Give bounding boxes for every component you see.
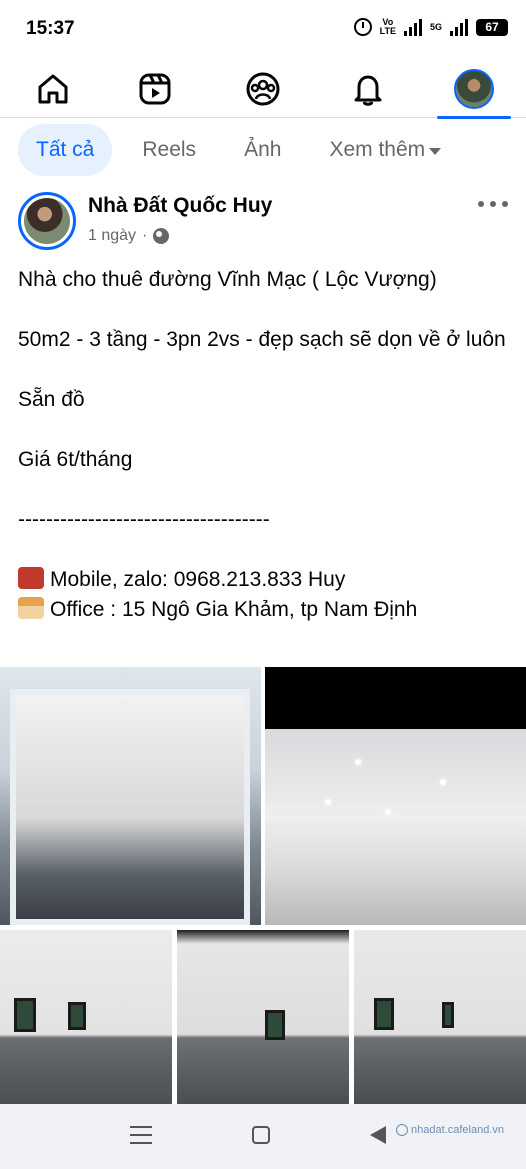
window	[442, 1002, 454, 1028]
post-line: Sẵn đồ	[18, 388, 85, 411]
profile-avatar	[454, 69, 494, 109]
tab-photos[interactable]: Ảnh	[226, 124, 299, 176]
post-photo-2[interactable]	[265, 667, 526, 925]
post-photo-3[interactable]	[0, 930, 172, 1104]
post-divider-line: ------------------------------------	[18, 508, 270, 531]
window	[265, 1010, 285, 1040]
post-meta: 1 ngày ·	[88, 227, 170, 245]
tab-see-more[interactable]: Xem thêm	[311, 124, 459, 176]
status-icons: Vo LTE 5G 67	[353, 17, 508, 36]
network-type: 5G	[429, 22, 442, 32]
tab-see-more-label: Xem thêm	[329, 138, 426, 161]
signal-icon-2	[450, 18, 468, 36]
window	[68, 1002, 86, 1030]
nav-profile[interactable]	[437, 60, 511, 119]
post-photo-4[interactable]	[177, 930, 349, 1104]
post-line: Nhà cho thuê đường Vĩnh Mạc ( Lộc Vượng)	[18, 268, 437, 291]
filter-tabs: Tất cả Reels Ảnh Xem thêm	[18, 124, 459, 176]
globe-icon	[153, 228, 170, 244]
battery-indicator: 67	[476, 18, 508, 36]
avatar-image	[24, 198, 70, 244]
nav-groups[interactable]	[228, 60, 298, 118]
watermark: nhadat.cafeland.vn	[396, 1124, 504, 1136]
post-photo-5[interactable]	[354, 930, 526, 1104]
telephone-icon	[18, 567, 44, 589]
top-nav	[0, 60, 526, 119]
window	[374, 998, 394, 1030]
post-address: Office : 15 Ngô Gia Khảm, tp Nam Định	[50, 598, 418, 621]
post-time[interactable]: 1 ngày	[88, 227, 136, 245]
meta-separator: ·	[142, 227, 148, 244]
post-author-name[interactable]: Nhà Đất Quốc Huy	[88, 194, 272, 218]
post-address-line: Office : 15 Ngô Gia Khảm, tp Nam Định	[18, 595, 514, 625]
status-time: 15:37	[26, 18, 75, 39]
bell-icon	[354, 75, 382, 106]
tab-all[interactable]: Tất cả	[18, 124, 113, 176]
volte-indicator: Vo LTE	[379, 17, 396, 36]
nav-notifications[interactable]	[333, 60, 403, 118]
watermark-text: nhadat.cafeland.vn	[411, 1124, 504, 1136]
groups-icon	[246, 72, 280, 106]
watermark-icon	[396, 1124, 409, 1136]
signal-icon	[403, 18, 422, 36]
room-ceiling	[265, 729, 526, 925]
post-contact-line: Mobile, zalo: 0968.213.833 Huy	[18, 565, 514, 595]
reels-icon	[139, 73, 171, 105]
back-button[interactable]	[370, 1126, 386, 1144]
system-nav-bar	[0, 1104, 526, 1169]
post-body: Nhà cho thuê đường Vĩnh Mạc ( Lộc Vượng)…	[18, 265, 514, 625]
status-bar: 15:37 Vo LTE 5G 67	[0, 0, 526, 60]
glass-door-frame	[10, 689, 250, 925]
office-building-icon	[18, 597, 44, 619]
recent-apps-button[interactable]	[130, 1126, 152, 1144]
home-button[interactable]	[252, 1126, 270, 1144]
window	[14, 998, 36, 1032]
nav-home[interactable]	[18, 60, 88, 118]
post-line: Giá 6t/tháng	[18, 448, 133, 471]
nav-reels[interactable]	[120, 60, 190, 118]
post-phone[interactable]: Mobile, zalo: 0968.213.833 Huy	[50, 568, 345, 591]
more-options-button[interactable]	[478, 198, 508, 210]
post-line: 50m2 - 3 tầng - 3pn 2vs - đẹp sạch sẽ dọ…	[18, 328, 506, 351]
alarm-icon	[353, 18, 372, 36]
post-author-avatar[interactable]	[18, 192, 76, 250]
post-photo-1[interactable]	[0, 667, 261, 925]
caret-down-icon	[429, 148, 442, 155]
tab-reels[interactable]: Reels	[124, 124, 214, 176]
home-icon	[38, 74, 68, 104]
